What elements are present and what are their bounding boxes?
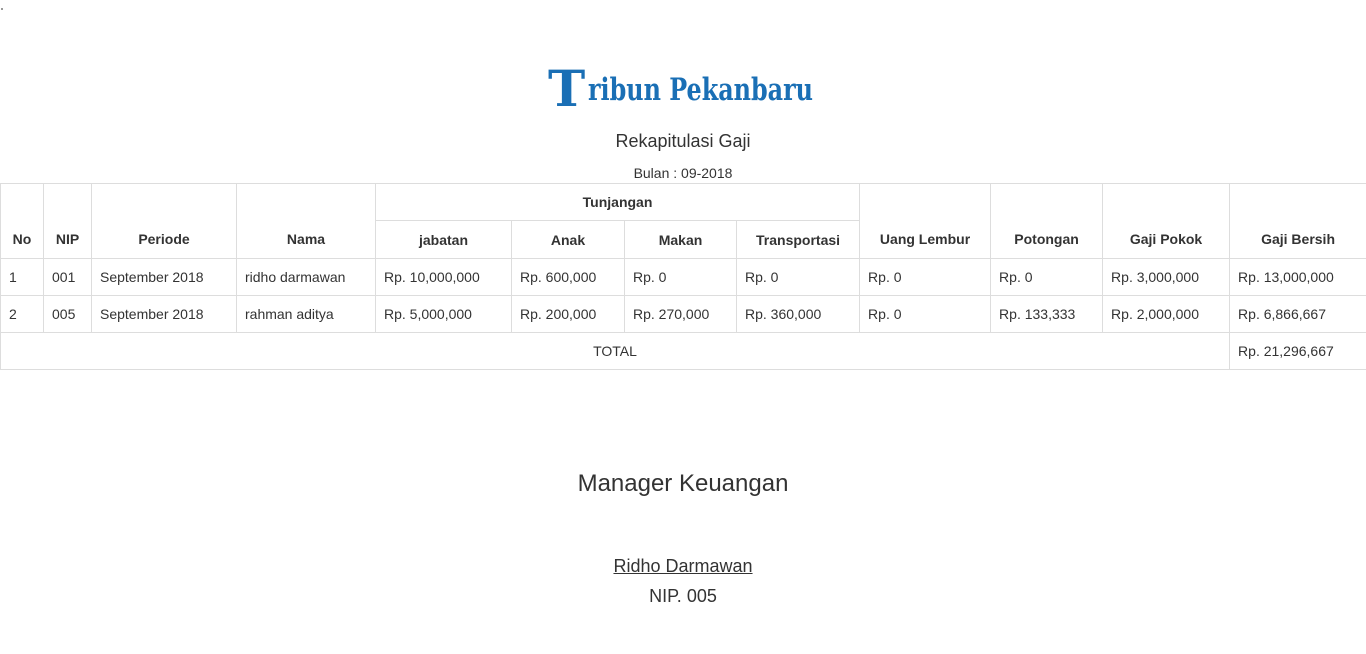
cell-transportasi: Rp. 0 [735, 258, 861, 296]
cell-gaji-pokok: Rp. 3,000,000 [1102, 258, 1231, 296]
header-uang-lembur: Uang Lembur [859, 183, 992, 259]
signature-title: Manager Keuangan [577, 470, 789, 497]
report-month: Bulan : 09-2018 [633, 165, 733, 181]
cell-makan: Rp. 0 [624, 258, 737, 296]
logo-text: ribun Pekanbaru [588, 72, 813, 108]
cell-nip: 001 [43, 258, 92, 296]
cell-no: 2 [0, 295, 44, 333]
header-periode: Periode [91, 183, 237, 259]
cell-periode: September 2018 [91, 258, 237, 296]
cell-gaji-bersih: Rp. 6,866,667 [1229, 295, 1366, 333]
logo-initial: T [548, 62, 585, 118]
report-title: Rekapitulasi Gaji [615, 131, 751, 151]
header-row: No NIP Periode Nama Tunjangan Uang Lembu… [0, 183, 1366, 259]
cell-anak: Rp. 600,000 [511, 258, 625, 296]
header-gaji-pokok: Gaji Pokok [1102, 183, 1231, 259]
header-makan: Makan [624, 220, 737, 259]
table-row: 2 005 September 2018 rahman aditya Rp. 5… [0, 295, 1366, 333]
cell-potongan: Rp. 0 [990, 258, 1104, 296]
salary-report-page: T ribun Pekanbaru Rekapitulasi Gaji Bula… [0, 0, 1366, 654]
header-transportasi: Transportasi [735, 220, 861, 259]
table-row: 1 001 September 2018 ridho darmawan Rp. … [0, 258, 1366, 296]
header-potongan: Potongan [990, 183, 1104, 259]
cell-nip: 005 [43, 295, 92, 333]
cell-periode: September 2018 [91, 295, 237, 333]
cell-makan: Rp. 270,000 [624, 295, 737, 333]
cell-anak: Rp. 200,000 [511, 295, 625, 333]
cell-nama: rahman aditya [236, 295, 376, 333]
header-jabatan: jabatan [375, 220, 512, 259]
cell-gaji-bersih: Rp. 13,000,000 [1229, 258, 1366, 296]
tribun-pekanbaru-logo: T ribun Pekanbaru [0, 62, 1366, 125]
total-row: TOTAL Rp. 21,296,667 [0, 332, 1366, 370]
cell-uang-lembur: Rp. 0 [859, 295, 992, 333]
header-anak: Anak [511, 220, 625, 259]
cell-uang-lembur: Rp. 0 [859, 258, 992, 296]
header-tunjangan: Tunjangan [374, 183, 861, 221]
header-nama: Nama [236, 183, 376, 259]
signer-nip: NIP. 005 [649, 586, 717, 606]
corner-dot [1, 8, 3, 10]
header-nip: NIP [43, 183, 92, 259]
cell-transportasi: Rp. 360,000 [735, 295, 861, 333]
cell-no: 1 [0, 258, 44, 296]
signer-name-text: Ridho Darmawan [613, 556, 753, 576]
header-gaji-bersih: Gaji Bersih [1229, 183, 1366, 259]
cell-nama: ridho darmawan [236, 258, 376, 296]
salary-table: No NIP Periode Nama Tunjangan Uang Lembu… [0, 183, 1366, 370]
logo-graphic: T ribun Pekanbaru [548, 62, 813, 118]
header-no: No [0, 183, 44, 259]
cell-gaji-pokok: Rp. 2,000,000 [1102, 295, 1231, 333]
cell-jabatan: Rp. 10,000,000 [375, 258, 512, 296]
cell-potongan: Rp. 133,333 [990, 295, 1104, 333]
total-label: TOTAL [0, 332, 1231, 370]
signer-name: Ridho Darmawan [0, 556, 1366, 577]
cell-jabatan: Rp. 5,000,000 [375, 295, 512, 333]
total-value: Rp. 21,296,667 [1229, 332, 1366, 370]
